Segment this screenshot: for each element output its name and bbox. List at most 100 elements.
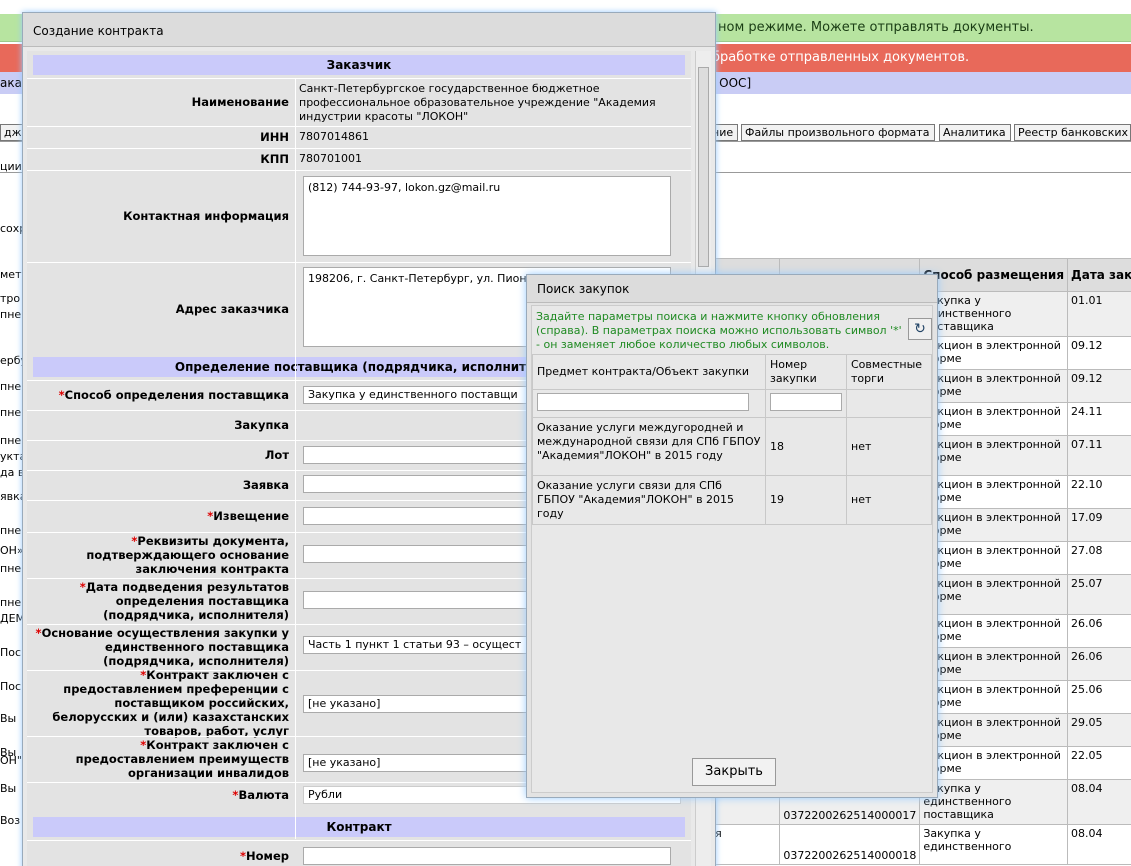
background-left-fragment: да в <box>0 466 24 479</box>
header-date[interactable]: Дата закл <box>1067 258 1131 292</box>
preference-select[interactable]: [не указано] <box>303 695 529 713</box>
background-left-fragment: пнен <box>0 562 24 575</box>
table-cell: 07.11 <box>1067 435 1131 476</box>
header-purchase-number[interactable]: Номер закупки <box>765 354 847 390</box>
popup-body: Задайте параметры поиска и нажмите кнопк… <box>531 305 933 793</box>
table-cell: Аукцион в электронной форме <box>919 713 1069 747</box>
lot-label: Лот <box>264 448 289 462</box>
table-cell: 24.11 <box>1067 402 1131 436</box>
section-contract: Контракт <box>33 817 685 837</box>
table-cell: Закупка у единственного <box>919 824 1069 865</box>
dialog-titlebar[interactable]: Создание контракта <box>23 13 715 47</box>
result-subject: Оказание услуги связи для СПб ГБПОУ "Ака… <box>532 475 766 525</box>
table-cell: 27.08 <box>1067 541 1131 575</box>
table-cell: Аукцион в электронной форме <box>919 369 1069 403</box>
search-result-row[interactable]: Оказание услуги междугородней и междунар… <box>532 417 932 476</box>
contract-number-input[interactable] <box>303 847 671 865</box>
table-cell: Закупка у единственного поставщика <box>919 779 1069 825</box>
notice-input[interactable] <box>303 507 529 525</box>
background-left-fragment: пнен <box>0 434 24 447</box>
advantage-select[interactable]: [не указано] <box>303 754 529 772</box>
document-input[interactable] <box>303 545 529 563</box>
kpp-value: 780701001 <box>299 152 362 165</box>
table-cell: 0372200262514000018 <box>779 824 921 865</box>
background-left-fragment: пнен <box>0 380 24 393</box>
result-date-input[interactable] <box>303 591 529 609</box>
search-result-row[interactable]: Оказание услуги связи для СПб ГБПОУ "Ака… <box>532 475 932 525</box>
refresh-icon: ↻ <box>914 321 926 337</box>
search-results-table: Предмет контракта/Объект закупки Номер з… <box>532 354 932 525</box>
table-cell: 09.12 <box>1067 369 1131 403</box>
table-cell: 26.06 <box>1067 614 1131 648</box>
contact-textarea[interactable]: (812) 744-93-97, lokon.gz@mail.ru <box>303 176 671 256</box>
lot-input[interactable] <box>303 446 529 464</box>
preference-label: *Контракт заключен с предоставлением пре… <box>52 668 289 738</box>
background-left-fragment: явка <box>0 490 24 503</box>
basis-select[interactable]: Часть 1 пункт 1 статьи 93 – осущест <box>303 636 529 654</box>
background-left-fragment: пнен <box>0 596 24 609</box>
tab-free-format-files[interactable]: Файлы произвольного формата <box>741 124 935 141</box>
table-cell: Аукцион в электронной форме <box>919 508 1069 542</box>
number-label: *Номер <box>240 849 289 863</box>
result-subject: Оказание услуги междугородней и междунар… <box>532 417 766 476</box>
refresh-button[interactable]: ↻ <box>908 318 932 340</box>
method-select[interactable]: Закупка у единственного поставщи <box>303 386 529 404</box>
tab-bank-registry[interactable]: Реестр банковских <box>1014 124 1131 141</box>
background-left-fragment: укта <box>0 450 24 463</box>
notice-label: *Извещение <box>207 509 289 523</box>
filter-subject-input[interactable] <box>537 393 749 411</box>
table-cell: 29.05 <box>1067 713 1131 747</box>
background-left-fragment: пнен <box>0 406 24 419</box>
background-left-fragment: ОН» <box>0 544 24 557</box>
table-cell: Аукцион в электронной форме <box>919 746 1069 780</box>
advantage-label: *Контракт заключен с предоставлением пре… <box>75 738 289 780</box>
bid-input[interactable] <box>303 475 529 493</box>
table-cell: Аукцион в электронной форме <box>919 614 1069 648</box>
table-cell: 08.04 <box>1067 824 1131 865</box>
popup-titlebar[interactable]: Поиск закупок <box>527 275 937 303</box>
search-hint: Задайте параметры поиска и нажмите кнопк… <box>536 310 902 351</box>
table-cell: Аукцион в электронной форме <box>919 435 1069 476</box>
result-number: 19 <box>765 475 847 525</box>
popup-title: Поиск закупок <box>537 282 630 296</box>
name-label: Наименование <box>191 95 289 109</box>
scrollbar-thumb[interactable] <box>698 67 709 267</box>
table-cell: 26.06 <box>1067 647 1131 681</box>
background-left-fragment: мет <box>0 268 22 281</box>
background-left-column: ции сохр мет тро пнен ербу пнен пнен пнен укта да … <box>0 150 24 866</box>
background-left-fragment: Пос <box>0 646 22 659</box>
table-cell: Аукцион в электронной форме <box>919 475 1069 509</box>
background-left-fragment: ДЕМ <box>0 612 24 625</box>
background-left-fragment: Воз <box>0 814 21 827</box>
table-row[interactable]: ения0372200262514000018Закупка у единств… <box>690 824 1131 865</box>
tab-partial-left[interactable]: дже <box>0 124 24 141</box>
background-left-fragment: тро <box>0 292 21 305</box>
table-cell: 22.05 <box>1067 746 1131 780</box>
filter-number-input[interactable] <box>770 393 842 411</box>
header-joint-tenders[interactable]: Совместные торги <box>846 354 932 390</box>
document-label: *Реквизиты документа, подтверждающего ос… <box>86 534 289 576</box>
table-cell: 17.09 <box>1067 508 1131 542</box>
background-left-fragment: пнен <box>0 308 24 321</box>
background-left-fragment: ербу <box>0 354 24 367</box>
table-cell: Аукцион в электронной форме <box>919 574 1069 615</box>
dialog-title: Создание контракта <box>33 24 164 38</box>
result-number: 18 <box>765 417 847 476</box>
background-left-fragment: Вы <box>0 782 17 795</box>
table-cell: Аукцион в электронной форме <box>919 336 1069 370</box>
background-left-fragment: пнен <box>0 524 24 537</box>
background-left-fragment: сохр <box>0 222 24 235</box>
table-cell: Закупка у единственного поставщика <box>919 291 1069 337</box>
header-subject[interactable]: Предмет контракта/Объект закупки <box>532 354 766 390</box>
result-date-label: *Дата подведения результатов определения… <box>79 580 289 622</box>
table-cell: Аукцион в электронной форме <box>919 402 1069 436</box>
background-left-fragment: Вы <box>0 712 17 725</box>
address-label: Адрес заказчика <box>175 302 289 316</box>
close-button[interactable]: Закрыть <box>692 758 776 786</box>
purchase-label: Закупка <box>234 418 289 432</box>
header-placement-method[interactable]: Способ размещения <box>919 258 1069 292</box>
tab-analytics[interactable]: Аналитика <box>939 124 1011 141</box>
result-joint: нет <box>846 417 932 476</box>
inn-value: 7807014861 <box>299 130 369 143</box>
table-cell: 08.04 <box>1067 779 1131 825</box>
